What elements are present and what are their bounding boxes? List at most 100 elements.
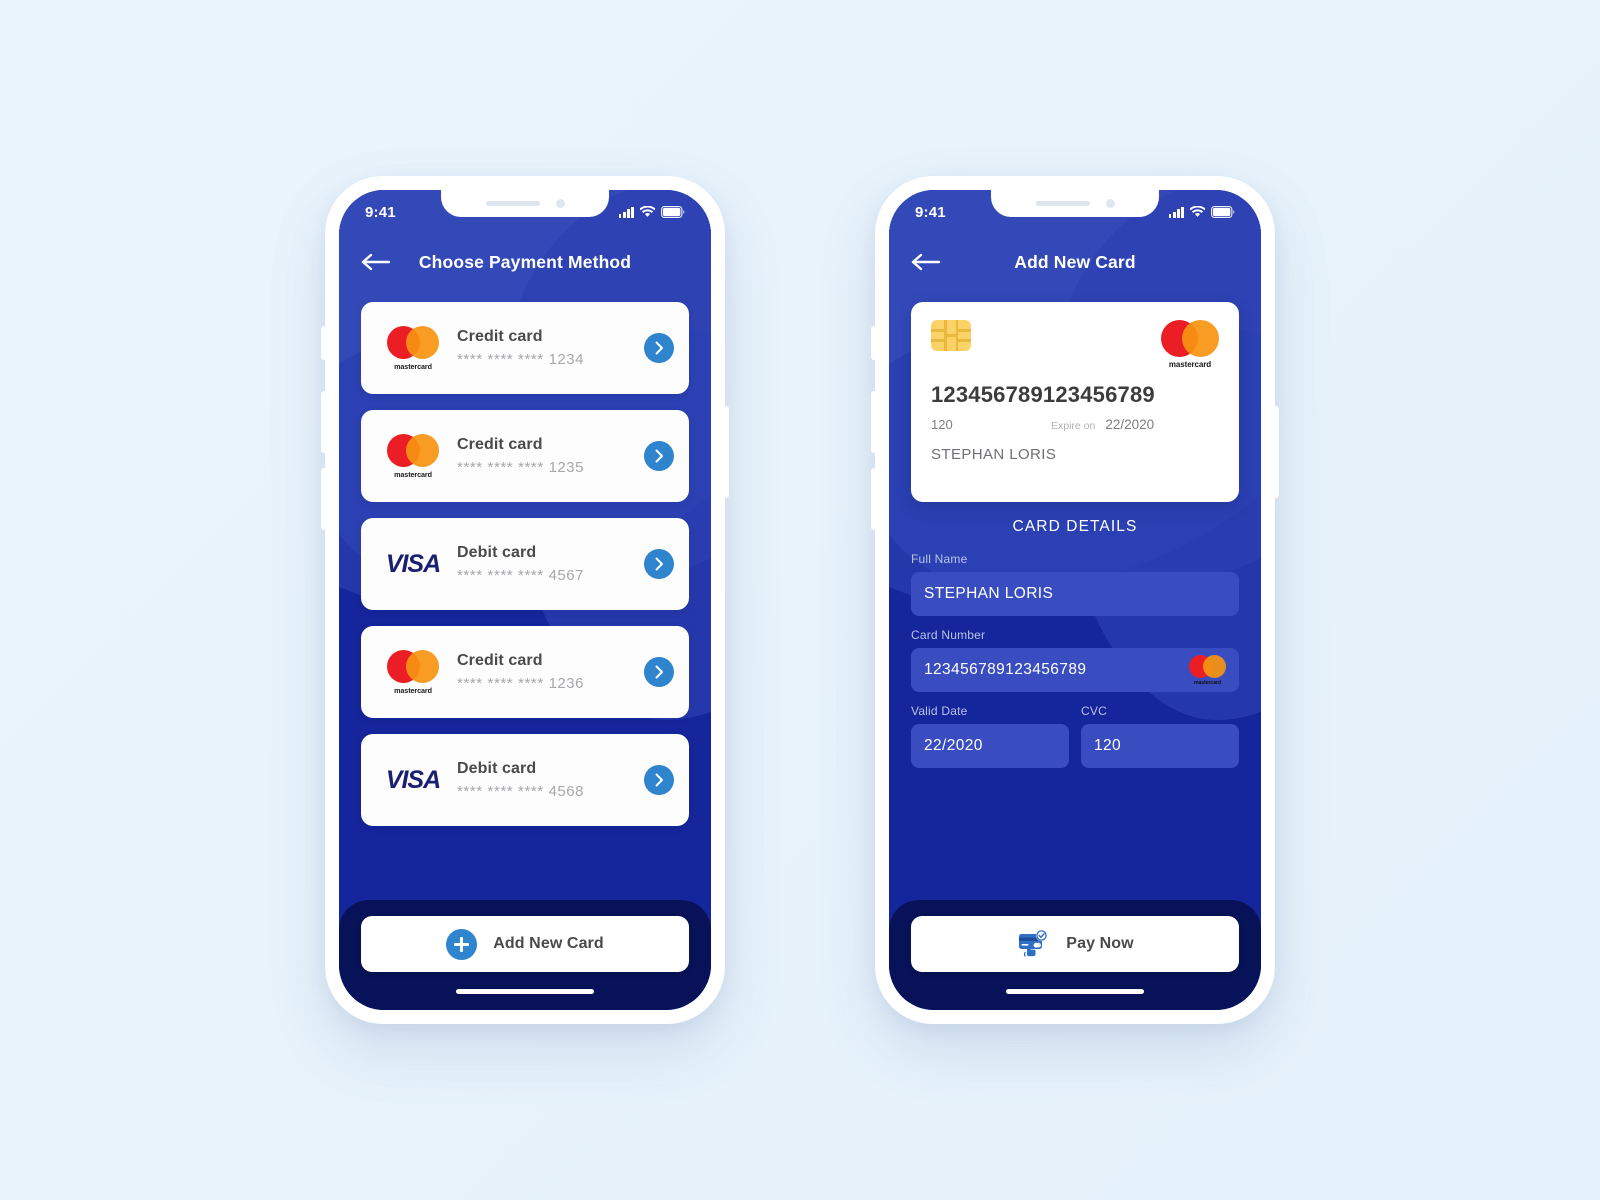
list-item[interactable]: VISA Debit card **** **** **** 4567: [361, 518, 689, 610]
status-icons: [618, 206, 685, 218]
card-number-masked: **** **** **** 4568: [457, 783, 644, 800]
masked-digits: **** **** ****: [457, 675, 544, 692]
card-preview: mastercard 123456789123456789 120 Expire…: [911, 302, 1239, 502]
last4-digits: 4568: [548, 783, 584, 800]
card-number-field[interactable]: 123456789123456789 mastercard: [911, 648, 1239, 692]
chevron-right-icon[interactable]: [644, 333, 674, 363]
list-item-text: Credit card **** **** **** 1236: [451, 652, 644, 692]
masked-digits: **** **** ****: [457, 783, 544, 800]
chevron-right-icon[interactable]: [644, 441, 674, 471]
card-preview-number: 123456789123456789: [931, 382, 1155, 407]
card-number-masked: **** **** **** 1236: [457, 675, 644, 692]
card-type-label: Debit card: [457, 544, 537, 561]
valid-date-field[interactable]: 22/2020: [911, 724, 1069, 768]
list-item-text: Debit card **** **** **** 4567: [451, 544, 644, 584]
card-type-label: Debit card: [457, 760, 537, 777]
chevron-right-icon[interactable]: [644, 765, 674, 795]
chevron-right-icon[interactable]: [644, 549, 674, 579]
card-number-masked: **** **** **** 4567: [457, 567, 644, 584]
volume-up-button[interactable]: [321, 391, 327, 453]
list-item[interactable]: mastercard Credit card **** **** **** 12…: [361, 410, 689, 502]
phone-device-add-new-card: 9:41 Add New Card mastercard 12345678912…: [871, 176, 1279, 1024]
full-name-value: STEPHAN LORIS: [924, 585, 1054, 602]
card-type-label: Credit card: [457, 652, 543, 669]
list-item[interactable]: mastercard Credit card **** **** **** 12…: [361, 626, 689, 718]
power-button[interactable]: [1273, 406, 1279, 498]
card-tap-pay-icon: [1016, 929, 1050, 959]
mastercard-icon: mastercard: [375, 325, 451, 371]
valid-date-group: Valid Date 22/2020: [911, 704, 1069, 780]
last4-digits: 1234: [548, 351, 584, 368]
mastercard-icon: mastercard: [375, 649, 451, 695]
phone2-screen: 9:41 Add New Card mastercard 12345678912…: [889, 190, 1261, 1010]
mastercard-icon: mastercard: [1161, 320, 1219, 369]
card-number-label: Card Number: [911, 628, 986, 642]
card-preview-meta: 120 Expire on 22/2020: [931, 417, 1219, 432]
front-camera: [555, 199, 565, 208]
masked-digits: **** **** ****: [457, 351, 544, 368]
status-icons: [1168, 206, 1235, 218]
visa-wordmark: VISA: [385, 765, 441, 794]
add-new-card-button[interactable]: Add New Card: [361, 916, 689, 972]
front-camera: [1105, 199, 1115, 208]
full-name-label: Full Name: [911, 552, 968, 566]
last4-digits: 1236: [548, 675, 584, 692]
volume-down-button[interactable]: [871, 468, 877, 530]
section-title-card-details: CARD DETAILS: [1012, 518, 1138, 535]
home-indicator[interactable]: [1006, 989, 1144, 994]
list-item[interactable]: mastercard Credit card **** **** **** 12…: [361, 302, 689, 394]
signal-icon: [618, 206, 634, 218]
last4-digits: 1235: [548, 459, 584, 476]
wifi-icon: [640, 206, 655, 217]
card-type-label: Credit card: [457, 436, 543, 453]
power-button[interactable]: [723, 406, 729, 498]
screenshot-stage: 9:41 Choose Payment Method mastercard Cr…: [0, 0, 1600, 1200]
device-notch: [991, 190, 1159, 217]
battery-icon: [1211, 206, 1235, 218]
volume-down-button[interactable]: [321, 468, 327, 530]
expire-on-label: Expire on: [1051, 420, 1096, 432]
visa-icon: VISA: [375, 766, 451, 795]
mute-switch[interactable]: [321, 326, 327, 360]
list-item-text: Debit card **** **** **** 4568: [451, 760, 644, 800]
cvc-field[interactable]: 120: [1081, 724, 1239, 768]
phone1-screen: 9:41 Choose Payment Method mastercard Cr…: [339, 190, 711, 1010]
status-time: 9:41: [915, 203, 946, 221]
earpiece-speaker: [1035, 201, 1090, 206]
pay-now-label: Pay Now: [1066, 935, 1134, 952]
masked-digits: **** **** ****: [457, 459, 544, 476]
valid-date-value: 22/2020: [924, 737, 983, 754]
plus-circle-icon: [446, 928, 478, 960]
home-indicator[interactable]: [456, 989, 594, 994]
cvc-label: CVC: [1081, 704, 1107, 718]
phone-device-choose-payment: 9:41 Choose Payment Method mastercard Cr…: [321, 176, 729, 1024]
volume-up-button[interactable]: [871, 391, 877, 453]
valid-date-label: Valid Date: [911, 704, 968, 718]
mastercard-wordmark: mastercard: [394, 469, 432, 479]
mastercard-wordmark: mastercard: [394, 361, 432, 371]
mastercard-wordmark: mastercard: [1194, 679, 1221, 686]
app-header: Add New Card: [889, 234, 1261, 290]
chevron-right-icon[interactable]: [644, 657, 674, 687]
card-type-label: Credit card: [457, 328, 543, 345]
app-header: Choose Payment Method: [339, 234, 711, 290]
mastercard-wordmark: mastercard: [394, 685, 432, 695]
device-notch: [441, 190, 609, 217]
mastercard-icon: mastercard: [1189, 654, 1226, 686]
list-item-text: Credit card **** **** **** 1235: [451, 436, 644, 476]
visa-wordmark: VISA: [385, 549, 441, 578]
mute-switch[interactable]: [871, 326, 877, 360]
list-item[interactable]: VISA Debit card **** **** **** 4568: [361, 734, 689, 826]
card-preview-top: mastercard: [931, 320, 1219, 376]
cvc-value: 120: [1094, 737, 1122, 754]
payment-method-list: mastercard Credit card **** **** **** 12…: [339, 290, 711, 900]
mastercard-wordmark: mastercard: [1168, 360, 1212, 369]
valid-date-cvc-row: Valid Date 22/2020 CVC 120: [911, 704, 1239, 780]
full-name-field[interactable]: STEPHAN LORIS: [911, 572, 1239, 616]
emv-chip-icon: [931, 320, 971, 351]
earpiece-speaker: [485, 201, 540, 206]
add-card-form: mastercard 123456789123456789 120 Expire…: [889, 290, 1261, 900]
pay-now-button[interactable]: Pay Now: [911, 916, 1239, 972]
card-number-value: 123456789123456789: [924, 661, 1087, 678]
card-preview-cvc: 120: [931, 417, 953, 432]
